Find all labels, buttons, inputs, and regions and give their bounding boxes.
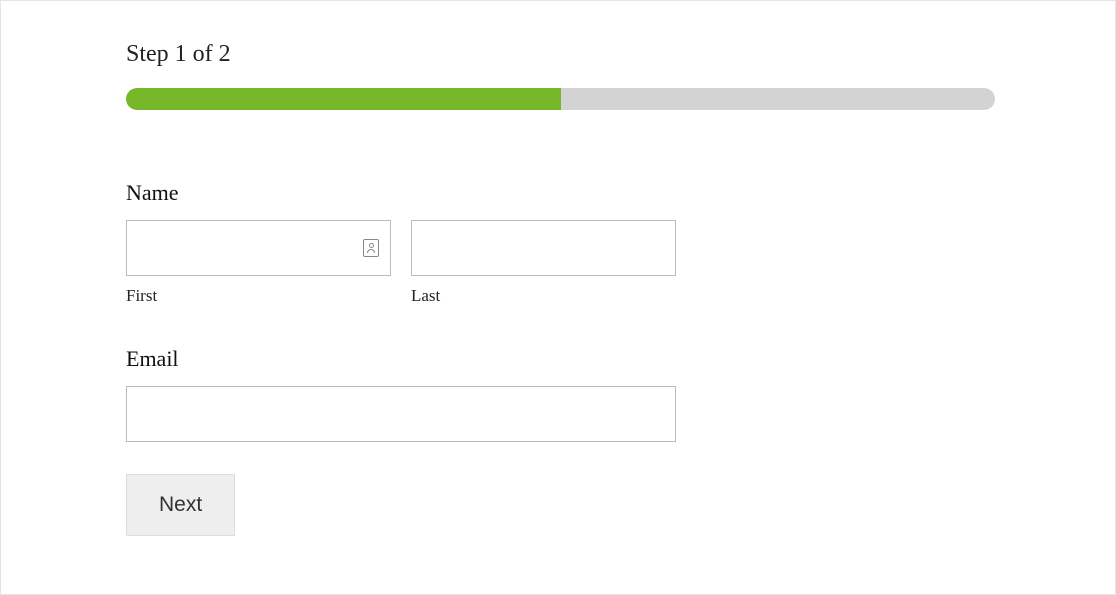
email-label: Email (126, 346, 995, 372)
progress-bar (126, 88, 995, 110)
last-name-sublabel: Last (411, 286, 676, 306)
next-button[interactable]: Next (126, 474, 235, 536)
email-group: Email (126, 346, 995, 442)
first-name-input[interactable] (126, 220, 391, 276)
first-name-sublabel: First (126, 286, 391, 306)
name-label: Name (126, 180, 995, 206)
step-title: Step 1 of 2 (126, 41, 995, 68)
first-name-wrapper (126, 220, 391, 276)
autofill-contact-icon[interactable] (363, 239, 379, 257)
progress-fill (126, 88, 561, 110)
name-fields: First Last (126, 220, 995, 306)
last-name-input[interactable] (411, 220, 676, 276)
first-name-field: First (126, 220, 391, 306)
email-input[interactable] (126, 386, 676, 442)
name-group: Name First Last (126, 180, 995, 306)
form-container: Step 1 of 2 Name First Last (0, 0, 1116, 595)
last-name-field: Last (411, 220, 676, 306)
